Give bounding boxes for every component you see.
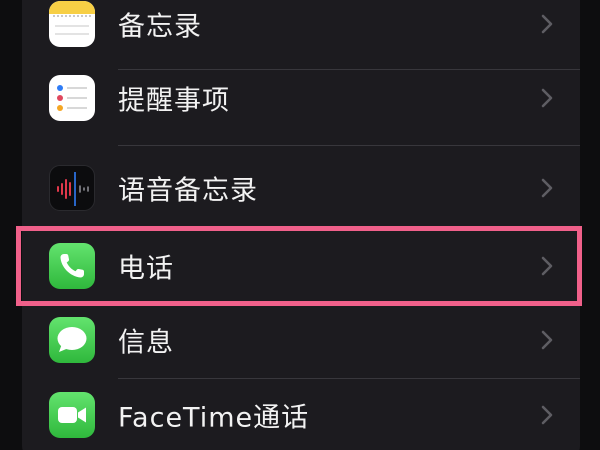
settings-item-facetime[interactable]: FaceTime通话 <box>22 377 580 450</box>
settings-item-label: 备忘录 <box>118 11 202 43</box>
chevron-right-icon <box>541 178 553 198</box>
settings-screen: 备忘录 提醒事项 语音备忘录 电话 信息 FaceTime通话 <box>0 0 600 450</box>
settings-item-label: 提醒事项 <box>118 85 230 117</box>
chevron-right-icon <box>541 330 553 350</box>
reminders-icon <box>49 75 95 121</box>
settings-item-notes[interactable]: 备忘录 <box>22 0 580 62</box>
separator <box>118 145 580 146</box>
facetime-icon <box>49 392 95 438</box>
settings-item-label: 信息 <box>118 327 174 359</box>
chevron-right-icon <box>541 14 553 34</box>
highlight-box <box>16 226 582 306</box>
settings-item-label: FaceTime通话 <box>118 402 310 434</box>
settings-item-label: 语音备忘录 <box>118 175 258 207</box>
settings-item-messages[interactable]: 信息 <box>22 302 580 378</box>
chevron-right-icon <box>541 405 553 425</box>
chevron-right-icon <box>541 88 553 108</box>
notes-icon <box>49 1 95 47</box>
settings-item-reminders[interactable]: 提醒事项 <box>22 60 580 136</box>
settings-item-voice-memos[interactable]: 语音备忘录 <box>22 150 580 226</box>
messages-icon <box>49 317 95 363</box>
voice-memos-icon <box>49 165 95 211</box>
